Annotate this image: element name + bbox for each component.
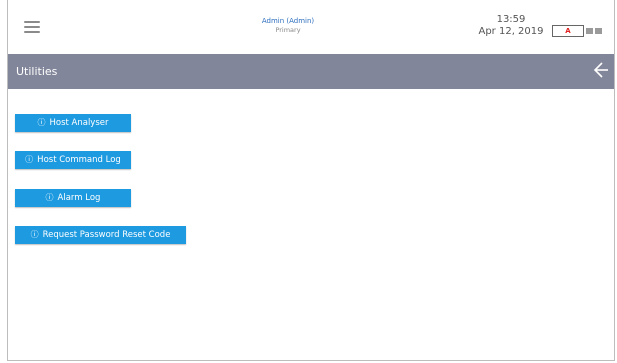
- utilities-panel: ⓘ Host Analyser ⓘ Host Command Log ⓘ Alarm …: [8, 89, 614, 359]
- button-label: Request Password Reset Code: [42, 230, 171, 240]
- clock-time: 13:59: [496, 14, 526, 25]
- request-password-reset-code-button[interactable]: ⓘ Request Password Reset Code: [15, 226, 186, 244]
- top-bar: Admin (Admin) Primary 13:59 Apr 12, 2019…: [8, 0, 614, 54]
- host-analyser-button[interactable]: ⓘ Host Analyser: [15, 114, 131, 132]
- alarm-segment: [595, 28, 602, 34]
- alarm-status[interactable]: A: [552, 25, 602, 37]
- alarm-indicator: A: [552, 25, 584, 37]
- host-command-log-button[interactable]: ⓘ Host Command Log: [15, 151, 131, 169]
- clock: 13:59 Apr 12, 2019: [478, 14, 544, 38]
- user-info: Admin (Admin) Primary: [228, 17, 348, 35]
- info-circle-icon: ⓘ: [45, 193, 54, 202]
- back-arrow-icon[interactable]: [592, 59, 610, 81]
- info-circle-icon: ⓘ: [37, 118, 46, 127]
- button-label: Host Analyser: [49, 118, 109, 128]
- alarm-segment: [586, 28, 593, 34]
- user-role: Primary: [275, 26, 301, 34]
- clock-date: Apr 12, 2019: [478, 26, 544, 37]
- page-title: Utilities: [16, 65, 58, 78]
- info-circle-icon: ⓘ: [25, 155, 34, 164]
- alarm-log-button[interactable]: ⓘ Alarm Log: [15, 189, 131, 207]
- app-frame: Admin (Admin) Primary 13:59 Apr 12, 2019…: [7, 0, 615, 361]
- title-bar: Utilities: [8, 54, 614, 89]
- user-name: Admin (Admin): [261, 17, 315, 25]
- menu-icon[interactable]: [24, 21, 40, 33]
- button-label: Host Command Log: [37, 155, 121, 165]
- info-circle-icon: ⓘ: [30, 230, 39, 239]
- button-label: Alarm Log: [57, 193, 101, 203]
